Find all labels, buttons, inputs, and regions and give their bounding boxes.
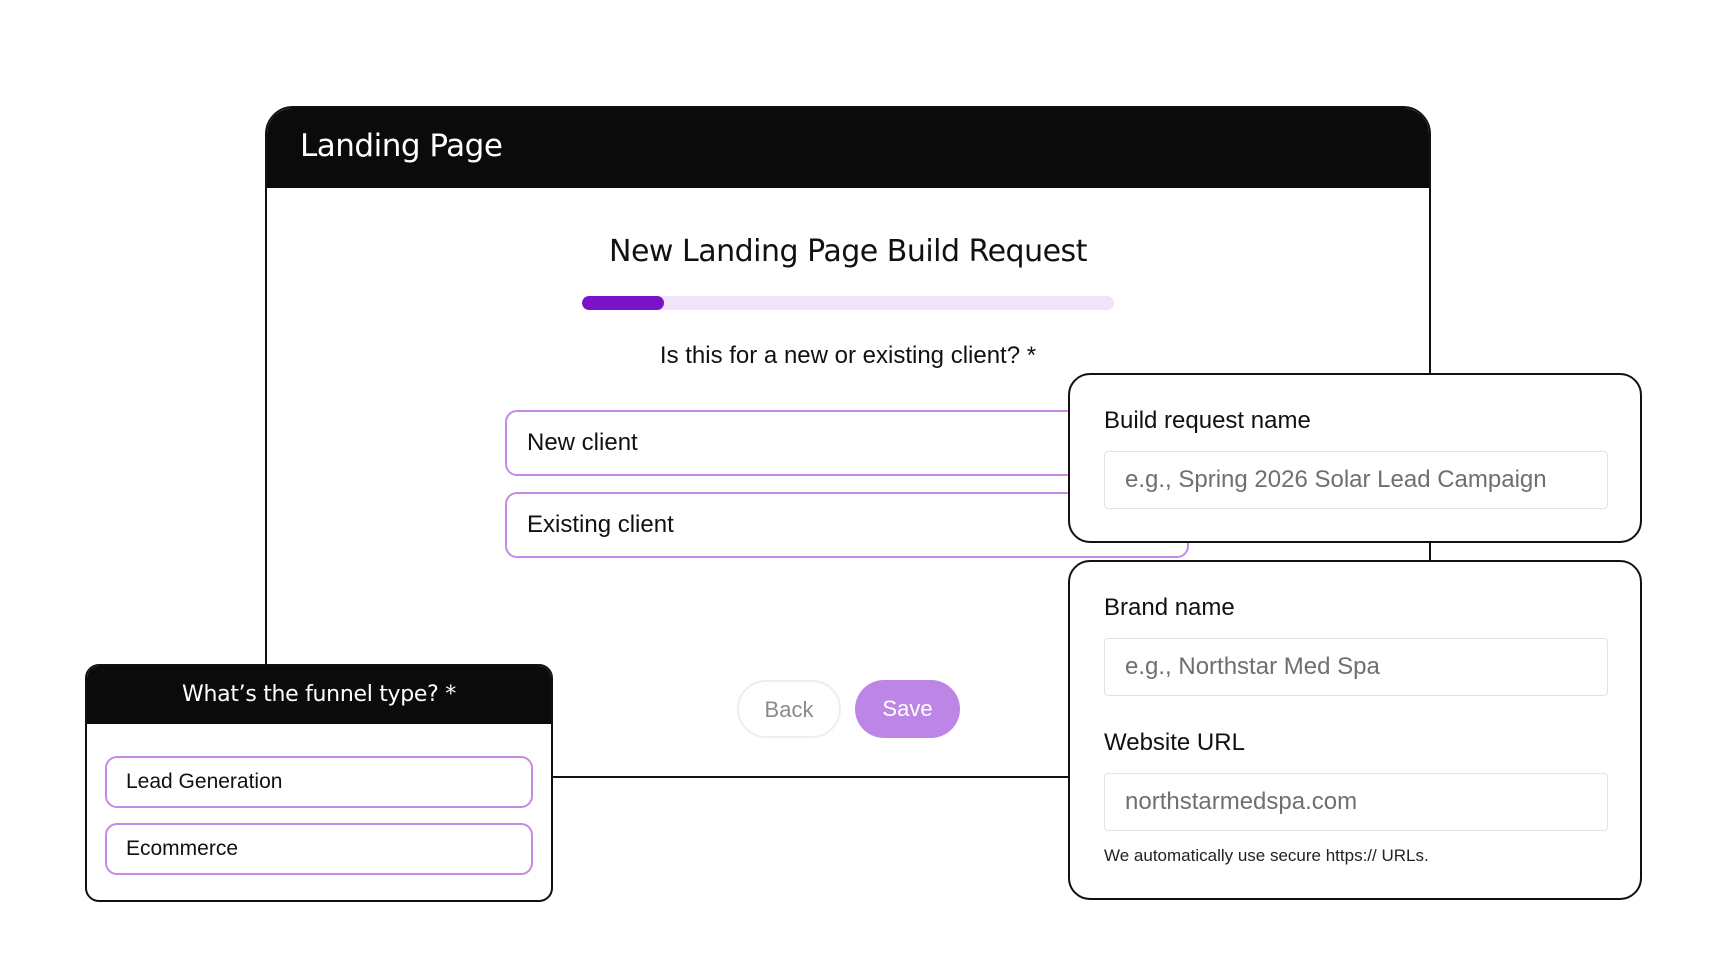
build-request-name-input[interactable]: e.g., Spring 2026 Solar Lead Campaign: [1104, 451, 1608, 509]
brand-card: Brand name e.g., Northstar Med Spa Websi…: [1068, 560, 1642, 900]
progress-bar: [582, 296, 1114, 310]
funnel-type-title: What’s the funnel type? *: [87, 666, 551, 724]
window-header: Landing Page: [267, 108, 1429, 188]
save-button[interactable]: Save: [855, 680, 960, 738]
option-lead-generation[interactable]: Lead Generation: [105, 756, 533, 808]
website-url-hint: We automatically use secure https:// URL…: [1104, 846, 1429, 865]
brand-name-label: Brand name: [1104, 594, 1235, 621]
form-title: New Landing Page Build Request: [609, 234, 1087, 269]
option-ecommerce[interactable]: Ecommerce: [105, 823, 533, 875]
website-url-label: Website URL: [1104, 729, 1245, 756]
brand-name-input[interactable]: e.g., Northstar Med Spa: [1104, 638, 1608, 696]
build-request-label: Build request name: [1104, 407, 1311, 434]
website-url-input[interactable]: northstarmedspa.com: [1104, 773, 1608, 831]
funnel-type-card: What’s the funnel type? * Lead Generatio…: [85, 664, 553, 902]
window-title: Landing Page: [300, 128, 503, 164]
build-request-card: Build request name e.g., Spring 2026 Sol…: [1068, 373, 1642, 543]
client-question: Is this for a new or existing client? *: [659, 342, 1037, 369]
back-button[interactable]: Back: [737, 680, 841, 738]
progress-fill: [582, 296, 665, 310]
